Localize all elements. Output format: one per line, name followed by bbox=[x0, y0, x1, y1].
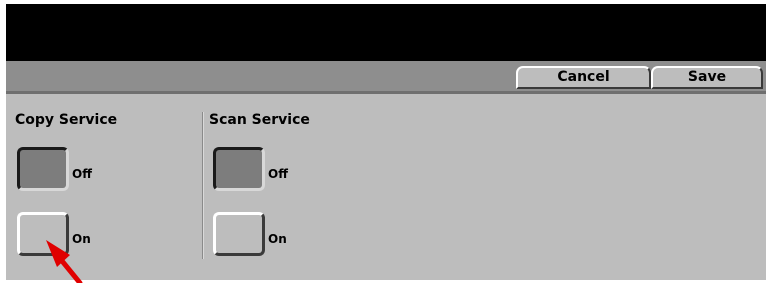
copy-service-on-label: On bbox=[72, 232, 91, 246]
action-toolbar: Cancel Save bbox=[6, 61, 766, 94]
scan-service-off-button[interactable] bbox=[213, 147, 265, 191]
copy-service-off-button[interactable] bbox=[17, 147, 69, 191]
cancel-button-label: Cancel bbox=[557, 69, 610, 85]
cancel-button[interactable]: Cancel bbox=[516, 66, 651, 89]
copy-service-title: Copy Service bbox=[15, 112, 118, 128]
black-header-bar bbox=[6, 4, 766, 61]
copy-service-off-label: Off bbox=[72, 167, 92, 181]
copy-service-on-button[interactable] bbox=[17, 212, 69, 256]
scan-service-on-button[interactable] bbox=[213, 212, 265, 256]
save-button-label: Save bbox=[687, 69, 727, 85]
scan-service-off-label: Off bbox=[268, 167, 288, 181]
dialog-screen: Cancel Save Copy Service Scan Service Of… bbox=[6, 4, 766, 280]
scan-service-title: Scan Service bbox=[209, 112, 310, 128]
save-button[interactable]: Save bbox=[651, 66, 763, 89]
scan-service-on-label: On bbox=[268, 232, 287, 246]
section-divider bbox=[202, 112, 204, 259]
